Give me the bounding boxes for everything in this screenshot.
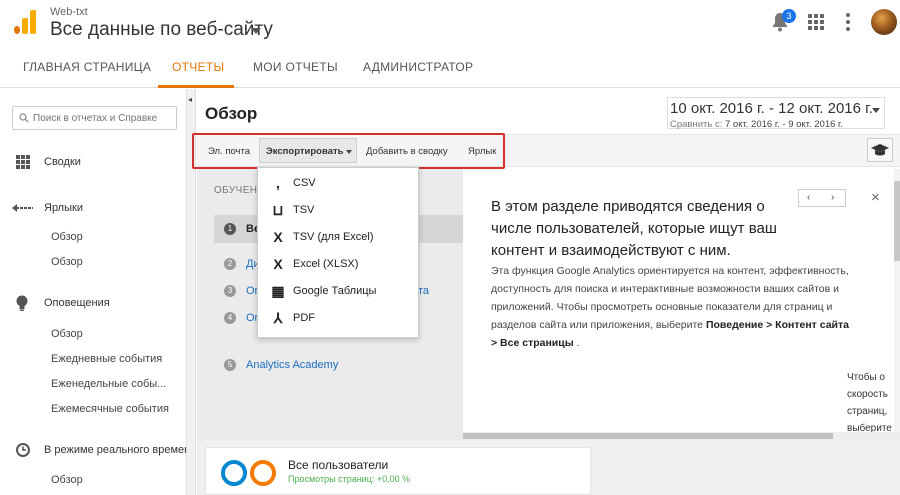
sidebar-subitem-overview[interactable]: Обзор <box>51 231 83 243</box>
export-menu: , CSV ⊔ TSV X TSV (для Excel) X Excel (X… <box>257 167 419 338</box>
property-selector[interactable]: Все данные по веб-сайту <box>50 19 273 41</box>
search-box[interactable] <box>12 106 177 130</box>
step-number: 2 <box>224 258 236 270</box>
segment-card[interactable]: Все пользователи Просмотры страниц: +0,0… <box>205 447 591 495</box>
segment-subtitle: Просмотры страниц: +0,00 % <box>288 474 411 484</box>
chevron-left-icon[interactable]: ◂ <box>188 95 192 104</box>
search-icon <box>19 113 29 123</box>
lightbulb-icon <box>16 295 28 311</box>
onboarding-content: В этом разделе приводятся сведения о чис… <box>463 169 900 440</box>
date-range-picker[interactable]: 10 окт. 2016 г. - 12 окт. 2016 г. Сравни… <box>667 97 885 130</box>
sidebar-item-label: Ярлыки <box>44 202 83 214</box>
overflow-line: страниц, <box>847 406 888 417</box>
page-title: Обзор <box>205 104 258 123</box>
avatar[interactable] <box>871 9 897 35</box>
compare-dates: 7 окт. 2016 г. - 9 окт. 2016 г. <box>725 119 843 130</box>
chevron-down-icon[interactable] <box>251 28 261 34</box>
overflow-line: скорость <box>847 389 888 400</box>
chevron-left-icon[interactable]: ‹ <box>807 192 810 203</box>
education-toggle-button[interactable] <box>867 138 893 162</box>
step-label: Analytics Academy <box>246 359 339 371</box>
horizontal-scrollbar[interactable] <box>463 432 900 440</box>
tab-home[interactable]: ГЛАВНАЯ СТРАНИЦА <box>23 60 151 74</box>
tab-admin[interactable]: АДМИНИСТРАТОР <box>363 60 473 74</box>
excel-icon: X <box>273 229 283 245</box>
onboarding-step[interactable]: 5 Analytics Academy <box>214 351 463 379</box>
onboarding-body-end: . <box>573 337 580 349</box>
tab-my-reports[interactable]: МОИ ОТЧЕТЫ <box>253 60 338 74</box>
export-tsv-excel-item[interactable]: X TSV (для Excel) <box>258 224 418 250</box>
onboarding-pager: ‹ › <box>798 189 846 207</box>
export-google-sheets-item[interactable]: ▦ Google Таблицы <box>258 278 418 304</box>
menu-item-label: TSV (для Excel) <box>293 231 374 243</box>
segment-ring-icon <box>250 460 276 486</box>
sidebar-subitem-overview[interactable]: Обзор <box>51 474 83 486</box>
sidebar-subitem-overview[interactable]: Обзор <box>51 328 83 340</box>
step-label-tail: та <box>418 285 430 297</box>
more-vert-icon[interactable] <box>846 13 852 31</box>
highlight-box <box>192 133 505 169</box>
account-name[interactable]: Web-txt <box>50 6 88 18</box>
notification-badge: 3 <box>782 9 796 23</box>
sidebar-subitem-daily-events[interactable]: Ежедневные события <box>51 353 162 365</box>
menu-item-label: Google Таблицы <box>293 285 377 297</box>
dashboard-grid-icon <box>16 155 30 169</box>
sidebar-subitem-monthly-events[interactable]: Ежемесячные события <box>51 403 169 415</box>
main-nav: ГЛАВНАЯ СТРАНИЦА ОТЧЕТЫ МОИ ОТЧЕТЫ АДМИН… <box>0 48 900 88</box>
segment-title: Все пользователи <box>288 458 389 472</box>
tsv-icon: ⊔ <box>272 202 284 218</box>
chevron-down-icon[interactable] <box>872 108 880 113</box>
overflow-line: Чтобы о <box>847 372 885 383</box>
step-number: 4 <box>224 312 236 324</box>
sidebar-item-label: В режиме реального времен <box>44 444 191 456</box>
onboarding-title: В этом разделе приводятся сведения о чис… <box>491 198 777 259</box>
clock-icon <box>16 443 30 457</box>
compare-range: Сравнить с: 7 окт. 2016 г. - 9 окт. 2016… <box>670 119 843 130</box>
sheets-icon: ▦ <box>271 283 285 299</box>
excel-icon: X <box>273 256 283 272</box>
segment-ring-icon <box>221 460 247 486</box>
menu-item-label: PDF <box>293 312 315 324</box>
sidebar: Сводки Ярлыки Обзор Обзор Оповещения Обз… <box>0 89 190 495</box>
menu-item-label: Excel (XLSX) <box>293 258 359 270</box>
export-pdf-item[interactable]: ⅄ PDF <box>258 305 418 331</box>
top-bar: Web-txt Все данные по веб-сайту 3 <box>0 0 900 48</box>
export-tsv-item[interactable]: ⊔ TSV <box>258 197 418 223</box>
tab-reports[interactable]: ОТЧЕТЫ <box>172 60 224 74</box>
sidebar-subitem-overview[interactable]: Обзор <box>51 256 83 268</box>
onboarding-body: Эта функция Google Analytics ориентирует… <box>491 262 851 352</box>
compare-prefix: Сравнить с: <box>670 119 723 130</box>
apps-grid-icon[interactable] <box>808 14 824 30</box>
shortcut-arrow-icon <box>12 204 33 212</box>
menu-item-label: CSV <box>293 177 316 189</box>
search-input[interactable] <box>33 110 173 126</box>
menu-item-label: TSV <box>293 204 315 216</box>
step-number: 3 <box>224 285 236 297</box>
pdf-icon: ⅄ <box>273 310 283 326</box>
date-range: 10 окт. 2016 г. - 12 окт. 2016 г. <box>670 100 873 117</box>
overflow-text: Чтобы о скорость страниц, выберите <box>847 369 892 437</box>
sidebar-subitem-weekly-events[interactable]: Еженедельные собы... <box>51 378 166 390</box>
graduation-cap-icon <box>871 144 889 156</box>
sidebar-item-label: Оповещения <box>44 297 110 309</box>
sidebar-item-label: Сводки <box>44 156 81 168</box>
close-icon[interactable]: × <box>871 189 880 206</box>
active-tab-indicator <box>158 85 234 88</box>
analytics-logo-icon[interactable] <box>14 10 36 34</box>
chevron-right-icon[interactable]: › <box>831 192 834 203</box>
step-number: 5 <box>224 359 236 371</box>
csv-icon: , <box>276 175 280 191</box>
export-xlsx-item[interactable]: X Excel (XLSX) <box>258 251 418 277</box>
export-csv-item[interactable]: , CSV <box>258 170 418 196</box>
vertical-scrollbar[interactable] <box>894 169 900 432</box>
step-number: 1 <box>224 223 236 235</box>
